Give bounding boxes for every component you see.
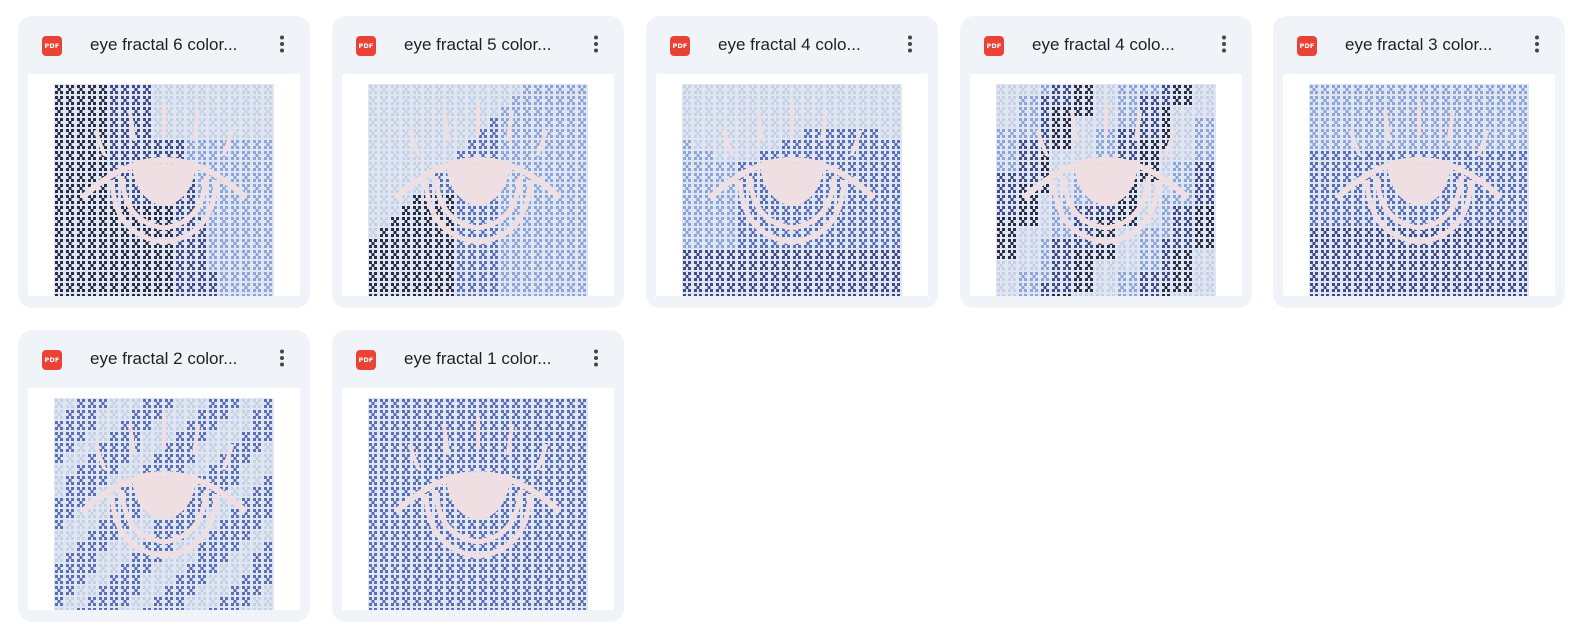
file-thumbnail xyxy=(682,84,902,296)
eye-fractal-image xyxy=(368,84,588,296)
more-vert-icon xyxy=(280,349,284,367)
thumbnail-frame xyxy=(656,74,928,296)
file-card[interactable]: PDF eye fractal 3 color... xyxy=(1273,16,1565,308)
file-card[interactable]: PDF eye fractal 4 colo... xyxy=(646,16,938,308)
pdf-file-icon: PDF xyxy=(670,36,690,56)
file-title[interactable]: eye fractal 4 colo... xyxy=(718,34,890,56)
eye-fractal-image xyxy=(54,398,274,610)
file-card[interactable]: PDF eye fractal 4 colo... xyxy=(960,16,1252,308)
file-thumbnail xyxy=(1309,84,1529,296)
file-title[interactable]: eye fractal 4 colo... xyxy=(1032,34,1204,56)
eye-fractal-image xyxy=(996,84,1216,296)
more-options-button[interactable] xyxy=(896,30,924,58)
card-header: PDF eye fractal 1 color... xyxy=(332,330,624,388)
more-options-button[interactable] xyxy=(582,30,610,58)
card-header: PDF eye fractal 3 color... xyxy=(1273,16,1565,74)
file-thumbnail xyxy=(54,84,274,296)
more-options-button[interactable] xyxy=(268,344,296,372)
eye-fractal-image xyxy=(682,84,902,296)
more-vert-icon xyxy=(908,35,912,53)
thumbnail-frame xyxy=(342,388,614,610)
pdf-file-icon: PDF xyxy=(984,36,1004,56)
file-card[interactable]: PDF eye fractal 1 color... xyxy=(332,330,624,622)
thumbnail-frame xyxy=(342,74,614,296)
more-options-button[interactable] xyxy=(582,344,610,372)
more-vert-icon xyxy=(1535,35,1539,53)
file-card[interactable]: PDF eye fractal 5 color... xyxy=(332,16,624,308)
card-header: PDF eye fractal 6 color... xyxy=(18,16,310,74)
more-vert-icon xyxy=(594,35,598,53)
file-thumbnail xyxy=(996,84,1216,296)
thumbnail-frame xyxy=(970,74,1242,296)
pdf-file-icon: PDF xyxy=(356,350,376,370)
file-title[interactable]: eye fractal 3 color... xyxy=(1345,34,1517,56)
thumbnail-frame xyxy=(28,388,300,610)
pdf-file-icon: PDF xyxy=(356,36,376,56)
file-grid: PDF eye fractal 6 color... PDF eye fract… xyxy=(0,0,1588,641)
more-vert-icon xyxy=(1222,35,1226,53)
card-header: PDF eye fractal 2 color... xyxy=(18,330,310,388)
card-header: PDF eye fractal 5 color... xyxy=(332,16,624,74)
pdf-file-icon: PDF xyxy=(42,350,62,370)
more-options-button[interactable] xyxy=(1523,30,1551,58)
pdf-file-icon: PDF xyxy=(1297,36,1317,56)
card-header: PDF eye fractal 4 colo... xyxy=(646,16,938,74)
file-thumbnail xyxy=(368,84,588,296)
more-options-button[interactable] xyxy=(268,30,296,58)
file-title[interactable]: eye fractal 2 color... xyxy=(90,348,262,370)
eye-fractal-image xyxy=(54,84,274,296)
file-card[interactable]: PDF eye fractal 2 color... xyxy=(18,330,310,622)
pdf-file-icon: PDF xyxy=(42,36,62,56)
eye-fractal-image xyxy=(1309,84,1529,296)
file-title[interactable]: eye fractal 5 color... xyxy=(404,34,576,56)
file-title[interactable]: eye fractal 6 color... xyxy=(90,34,262,56)
thumbnail-frame xyxy=(1283,74,1555,296)
card-header: PDF eye fractal 4 colo... xyxy=(960,16,1252,74)
eye-fractal-image xyxy=(368,398,588,610)
file-title[interactable]: eye fractal 1 color... xyxy=(404,348,576,370)
more-options-button[interactable] xyxy=(1210,30,1238,58)
thumbnail-frame xyxy=(28,74,300,296)
file-thumbnail xyxy=(368,398,588,610)
more-vert-icon xyxy=(594,349,598,367)
file-card[interactable]: PDF eye fractal 6 color... xyxy=(18,16,310,308)
more-vert-icon xyxy=(280,35,284,53)
file-thumbnail xyxy=(54,398,274,610)
